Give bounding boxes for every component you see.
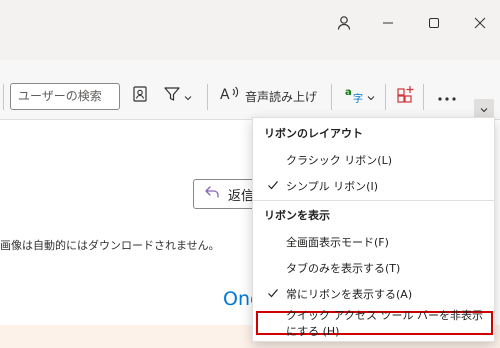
- menu-item-label: 全画面表示モード(F): [286, 236, 389, 249]
- title-bar: [0, 0, 500, 60]
- filter-icon: [163, 85, 181, 107]
- read-aloud-label: 音声読み上げ: [245, 89, 318, 104]
- ribbon-layout-menu: リボンのレイアウト クラシック リボン(L) シンプル リボン(I) リボンを表…: [252, 117, 495, 342]
- address-book-button[interactable]: [131, 84, 149, 108]
- translate-button[interactable]: a字: [345, 84, 375, 108]
- more-horizontal-icon: [437, 87, 457, 106]
- images-blocked-notice: 画像は自動的にはダウンロードされません。: [0, 239, 220, 252]
- apps-grid-icon: [396, 84, 416, 108]
- menu-divider: [253, 200, 494, 201]
- chevron-down-icon: [479, 100, 489, 119]
- ribbon-separator: [385, 84, 386, 110]
- menu-item-label: タブのみを表示する(T): [286, 262, 401, 275]
- contact-card-icon: [131, 85, 149, 107]
- svg-text:字: 字: [353, 92, 363, 104]
- menu-item-label: シンプル リボン(I): [286, 180, 378, 193]
- menu-item-always-show-ribbon[interactable]: 常にリボンを表示する(A): [253, 281, 494, 307]
- menu-section-ribbon-layout: リボンのレイアウト: [264, 127, 363, 140]
- svg-text:A: A: [220, 87, 230, 103]
- menu-item-fullscreen-mode[interactable]: 全画面表示モード(F): [253, 229, 494, 255]
- profile-icon[interactable]: [333, 12, 355, 34]
- menu-item-show-tabs-only[interactable]: タブのみを表示する(T): [253, 255, 494, 281]
- checkmark-icon: [267, 179, 279, 191]
- maximize-icon[interactable]: [423, 12, 445, 34]
- menu-item-label: クラシック リボン(L): [286, 154, 392, 167]
- svg-text:a: a: [345, 87, 352, 98]
- filter-button[interactable]: [163, 84, 192, 108]
- menu-item-label: 常にリボンを表示する(A): [286, 288, 413, 301]
- read-aloud-button[interactable]: A 音声読み上げ: [220, 84, 317, 108]
- reply-arrow-icon: [204, 185, 220, 203]
- ribbon-options-button[interactable]: [474, 99, 494, 119]
- more-options-button[interactable]: [437, 84, 457, 108]
- minimize-icon[interactable]: [377, 12, 399, 34]
- chevron-down-icon: [367, 87, 375, 106]
- ribbon-separator: [3, 84, 4, 110]
- people-search-input[interactable]: ユーザーの検索: [10, 83, 120, 110]
- close-icon[interactable]: [469, 12, 491, 34]
- menu-section-show-ribbon: リボンを表示: [264, 209, 330, 222]
- ribbon-separator: [423, 84, 424, 110]
- translate-icon: a字: [345, 84, 367, 108]
- ribbon-separator: [331, 84, 332, 110]
- menu-item-simplified-ribbon[interactable]: シンプル リボン(I): [253, 173, 494, 199]
- menu-item-label: クイック アクセス ツール バーを非表示にする (H): [286, 309, 483, 338]
- reply-label: 返信: [228, 188, 255, 204]
- apps-button[interactable]: [396, 84, 416, 108]
- menu-item-hide-quick-access-toolbar[interactable]: クイック アクセス ツール バーを非表示にする (H): [253, 309, 494, 338]
- checkmark-icon: [267, 287, 279, 299]
- chevron-down-icon: [184, 87, 192, 106]
- read-aloud-icon: A: [220, 84, 242, 108]
- menu-item-classic-ribbon[interactable]: クラシック リボン(L): [253, 147, 494, 173]
- ribbon-separator: [207, 84, 208, 110]
